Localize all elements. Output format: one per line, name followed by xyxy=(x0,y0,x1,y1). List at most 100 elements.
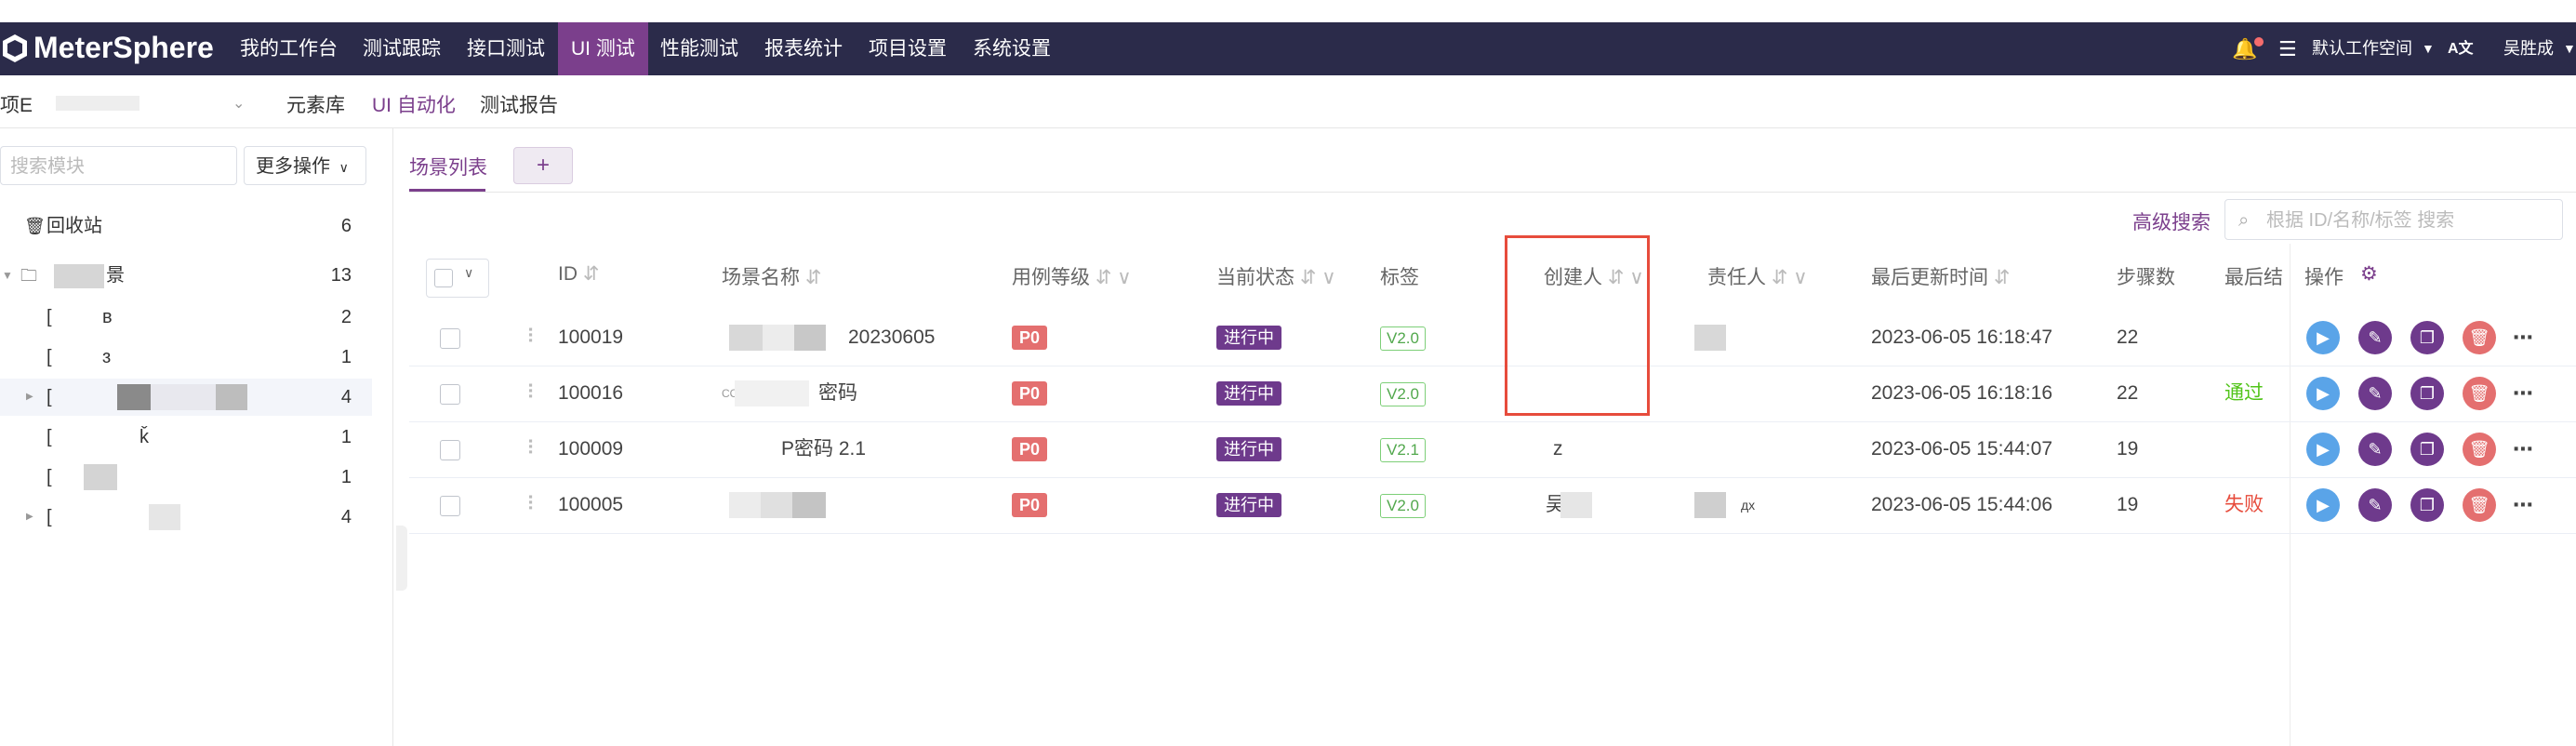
sort-icon[interactable]: ⇵ xyxy=(805,267,822,288)
drag-handle-icon[interactable]: ⠇ xyxy=(526,366,540,421)
delete-icon[interactable]: 🗑 xyxy=(2463,488,2496,522)
run-icon[interactable]: ▶ xyxy=(2306,488,2340,522)
nav-project-settings[interactable]: 项目设置 xyxy=(869,22,947,75)
module-search-input[interactable]: 搜索模块 xyxy=(0,146,237,185)
row-updated: 2023-06-05 15:44:06 xyxy=(1871,494,2052,515)
nav-report-stats[interactable]: 报表统计 xyxy=(764,22,843,75)
copy-icon[interactable]: ❐ xyxy=(2410,377,2444,410)
table-row[interactable]: ⠇ 100019 20230605 P0 进行中 V2.0 2023-06-05… xyxy=(409,310,2576,366)
col-header-owner[interactable]: 责任人 ⇵ ∨ xyxy=(1707,262,1808,290)
row-result: 失败 xyxy=(2224,494,2264,515)
col-header-result: 最后结果 xyxy=(2224,267,2284,288)
run-icon[interactable]: ▶ xyxy=(2306,321,2340,354)
delete-icon[interactable]: 🗑 xyxy=(2463,433,2496,466)
edit-icon[interactable]: ✎ xyxy=(2358,488,2392,522)
sort-icon[interactable]: ⇵ xyxy=(1994,267,2011,288)
more-actions-icon[interactable]: ⋯ xyxy=(2513,421,2533,477)
column-settings-icon[interactable]: ⚙ xyxy=(2360,262,2378,286)
col-header-label: 场景名称 xyxy=(722,267,800,288)
col-header-updated[interactable]: 最后更新时间 ⇵ xyxy=(1871,262,2010,290)
sidebar-collapse-handle[interactable] xyxy=(396,526,407,591)
col-header-name[interactable]: 场景名称 ⇵ xyxy=(722,262,821,290)
app-logo[interactable]: MeterSphere xyxy=(2,31,214,65)
drag-handle-icon[interactable]: ⠇ xyxy=(526,477,540,533)
delete-icon[interactable]: 🗑 xyxy=(2463,321,2496,354)
trash-icon: 🗑 xyxy=(24,217,46,235)
tree-item-suffix: ɜ xyxy=(102,347,112,367)
nav-system-settings[interactable]: 系统设置 xyxy=(973,22,1051,75)
user-dropdown-icon[interactable]: ▼ xyxy=(2563,22,2576,75)
sort-icon[interactable]: ⇵ ∨ xyxy=(1772,267,1808,288)
select-all-dropdown[interactable]: ∨ xyxy=(426,259,489,298)
nav-ui-test[interactable]: UI 测试 xyxy=(558,22,648,75)
col-header-status[interactable]: 当前状态 ⇵ ∨ xyxy=(1216,262,1336,290)
tree-item-count: 13 xyxy=(330,265,352,286)
row-checkbox[interactable] xyxy=(440,384,460,405)
more-actions-icon[interactable]: ⋯ xyxy=(2513,477,2533,533)
more-actions-icon[interactable]: ⋯ xyxy=(2513,310,2533,366)
nav-api-test[interactable]: 接口测试 xyxy=(467,22,545,75)
edit-icon[interactable]: ✎ xyxy=(2358,433,2392,466)
row-name[interactable]: 密码 xyxy=(818,366,857,421)
row-checkbox[interactable] xyxy=(440,328,460,349)
select-all-checkbox[interactable] xyxy=(434,269,453,287)
sort-icon[interactable]: ⇵ ∨ xyxy=(1300,267,1336,288)
sort-icon[interactable]: ⇵ xyxy=(583,263,600,285)
tree-item-child[interactable]: [ 1 xyxy=(0,459,372,496)
redacted-text xyxy=(84,464,117,490)
row-name[interactable]: 20230605 xyxy=(848,310,935,366)
copy-icon[interactable]: ❐ xyxy=(2410,433,2444,466)
copy-icon[interactable]: ❐ xyxy=(2410,488,2444,522)
table-row[interactable]: ⠇ 100005 P0 进行中 V2.0 吴 дх 2023-06-05 15:… xyxy=(409,477,2576,534)
tree-item-child[interactable]: ▶ [ 4 xyxy=(0,499,372,536)
row-name[interactable]: P密码 2.1 xyxy=(781,421,866,477)
table-row[interactable]: ⠇ 100009 P密码 2.1 P0 进行中 V2.1 z 2023-06-0… xyxy=(409,421,2576,478)
redacted-text xyxy=(1694,492,1726,518)
col-header-id[interactable]: ID ⇵ xyxy=(558,262,599,286)
sort-icon[interactable]: ⇵ ∨ xyxy=(1095,267,1132,288)
edit-icon[interactable]: ✎ xyxy=(2358,321,2392,354)
drag-handle-icon[interactable]: ⠇ xyxy=(526,421,540,477)
tree-item-recycle-bin[interactable]: 🗑 回收站 6 xyxy=(0,207,372,245)
nav-test-track[interactable]: 测试跟踪 xyxy=(363,22,441,75)
run-icon[interactable]: ▶ xyxy=(2306,377,2340,410)
table-row[interactable]: ⠇ 100016 COPY 密码 P0 进行中 V2.0 2023-06-05 … xyxy=(409,366,2576,422)
col-header-level[interactable]: 用例等级 ⇵ ∨ xyxy=(1012,262,1132,290)
project-selector[interactable]: 项E xyxy=(0,90,33,118)
user-name[interactable]: 吴胜成 xyxy=(2503,22,2554,75)
search-icon: ⌕ xyxy=(2238,210,2250,231)
edit-icon[interactable]: ✎ xyxy=(2358,377,2392,410)
tree-item-root[interactable]: ▼ 🗀 景 13 xyxy=(0,257,372,294)
run-icon[interactable]: ▶ xyxy=(2306,433,2340,466)
drag-handle-icon[interactable]: ⠇ xyxy=(526,310,540,366)
workspace-selector[interactable]: 默认工作空间 xyxy=(2312,22,2412,75)
subnav-element-library[interactable]: 元素库 xyxy=(286,90,345,118)
language-icon[interactable]: A文 xyxy=(2448,22,2474,75)
delete-icon[interactable]: 🗑 xyxy=(2463,377,2496,410)
task-list-icon[interactable]: ☰ xyxy=(2278,22,2297,75)
add-tab-button[interactable]: + xyxy=(513,147,573,184)
tree-item-child[interactable]: [ ʙ 2 xyxy=(0,299,372,336)
workspace-dropdown-icon[interactable]: ▼ xyxy=(2422,22,2435,75)
annotation-highlight-box xyxy=(1505,235,1650,416)
tree-item-child[interactable]: ▶ [ 4 xyxy=(0,379,372,416)
row-steps: 22 xyxy=(2117,382,2139,404)
advanced-search-link[interactable]: 高级搜索 xyxy=(2132,207,2211,235)
more-actions-icon[interactable]: ⋯ xyxy=(2513,366,2533,421)
row-checkbox[interactable] xyxy=(440,496,460,516)
tab-scenario-list[interactable]: 场景列表 xyxy=(409,153,487,180)
project-dropdown-icon[interactable]: ⌄ xyxy=(232,94,245,113)
scenario-search-input[interactable]: ⌕ 根据 ID/名称/标签 搜索 xyxy=(2224,199,2563,240)
copy-icon[interactable]: ❐ xyxy=(2410,321,2444,354)
subnav-test-report[interactable]: 测试报告 xyxy=(480,90,558,118)
nav-my-workbench[interactable]: 我的工作台 xyxy=(240,22,338,75)
bell-icon[interactable]: 🔔 xyxy=(2232,22,2257,75)
more-operations-button[interactable]: 更多操作 ∨ xyxy=(244,146,366,185)
tree-item-child[interactable]: [ ǩ 1 xyxy=(0,419,372,456)
tree-item-child[interactable]: [ ɜ 1 xyxy=(0,339,372,376)
nav-performance-test[interactable]: 性能测试 xyxy=(660,22,738,75)
subnav-ui-automation[interactable]: UI 自动化 xyxy=(372,90,456,118)
divider xyxy=(409,192,2576,193)
row-checkbox[interactable] xyxy=(440,440,460,460)
tree-item-suffix: ǩ xyxy=(139,427,149,447)
